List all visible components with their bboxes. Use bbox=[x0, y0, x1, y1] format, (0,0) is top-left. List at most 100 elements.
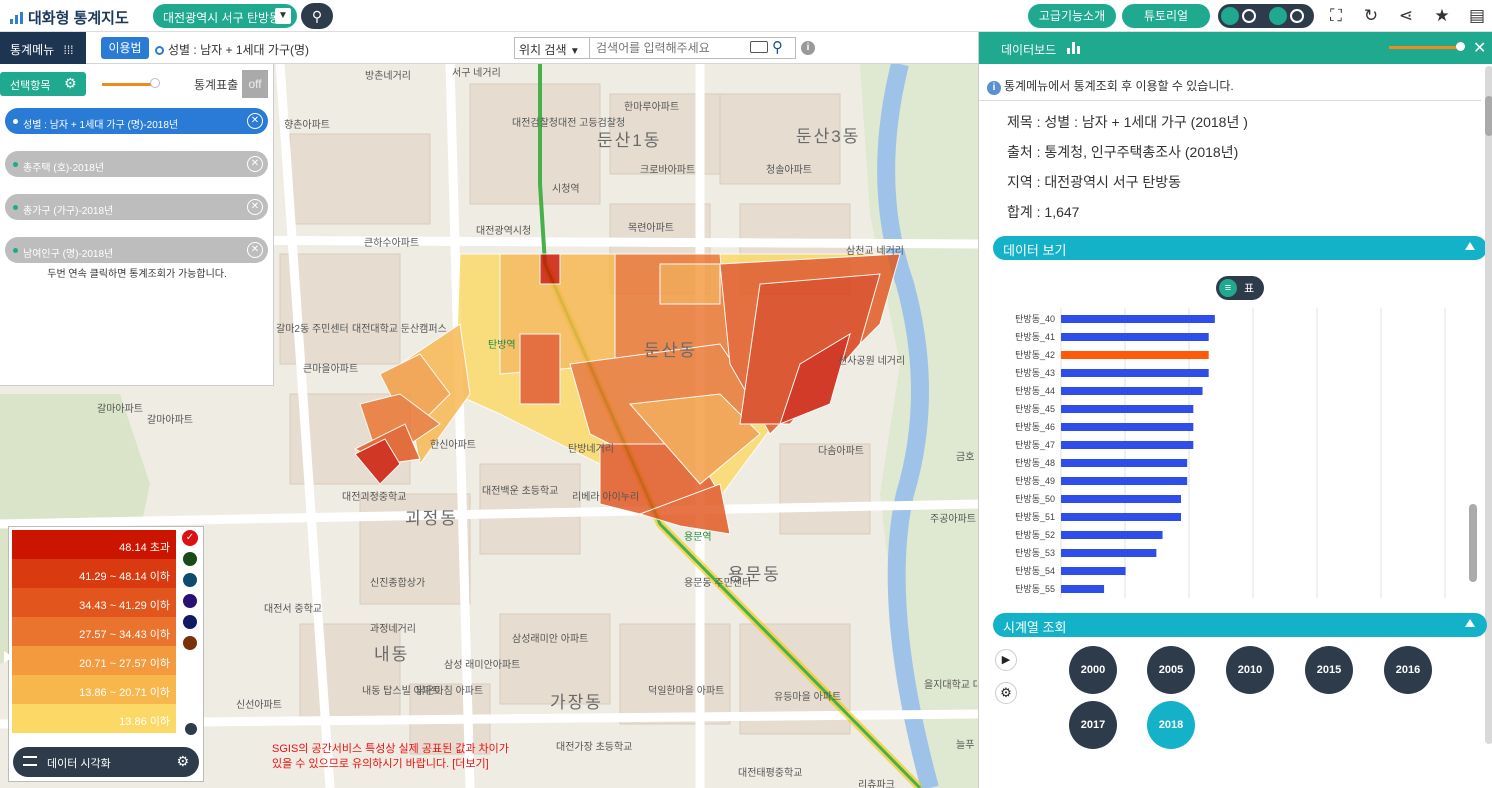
legend-row[interactable]: 34.43 ~ 41.29 이하 bbox=[12, 588, 176, 617]
usage-button[interactable]: 이용법 bbox=[101, 37, 149, 59]
gear-icon[interactable]: ⚙ bbox=[995, 682, 1017, 704]
chart-bar[interactable] bbox=[1061, 387, 1203, 395]
category-label: 탄방동_54 bbox=[1015, 566, 1055, 576]
chart-table-switch[interactable]: ≡ 표 bbox=[1216, 276, 1264, 300]
gear-icon[interactable]: ⚙ bbox=[64, 75, 77, 92]
year-button[interactable]: 2016 bbox=[1384, 646, 1432, 694]
chart-bar[interactable] bbox=[1061, 495, 1181, 503]
legend-row[interactable]: 48.14 초과 bbox=[12, 530, 176, 559]
chart-bar[interactable] bbox=[1061, 567, 1126, 575]
stat-menu-button[interactable]: 통계메뉴 ⁞⁞⁞ bbox=[0, 32, 86, 64]
zoom-search-button[interactable]: ⚲ bbox=[301, 3, 333, 29]
palette-swatch[interactable] bbox=[183, 615, 197, 629]
chart-scrollbar[interactable] bbox=[1469, 504, 1477, 582]
slider-handle[interactable] bbox=[1456, 42, 1465, 51]
stat-item[interactable]: 남여인구 (명)-2018년 ✕ bbox=[5, 237, 268, 263]
chart-bar[interactable] bbox=[1061, 369, 1209, 377]
close-icon[interactable]: ✕ bbox=[247, 242, 263, 258]
refresh-icon[interactable]: ↻ bbox=[1361, 6, 1381, 26]
stat-item[interactable]: 총주택 (호)-2018년 ✕ bbox=[5, 151, 268, 177]
timeseries-section[interactable]: 시계열 조회 bbox=[993, 613, 1487, 637]
stat-display-toggle[interactable]: off bbox=[242, 70, 268, 98]
map-label: 갈마2동 주민센터 bbox=[276, 324, 349, 335]
close-icon[interactable]: ✕ bbox=[247, 199, 263, 215]
palette-swatch[interactable] bbox=[183, 594, 197, 608]
region-selector[interactable]: 대전광역시 서구 탄방동 ▼ bbox=[153, 4, 297, 28]
reset-icon[interactable] bbox=[185, 723, 197, 735]
year-button[interactable]: 2015 bbox=[1305, 646, 1353, 694]
legend-row[interactable]: 27.57 ~ 34.43 이하 bbox=[12, 617, 176, 646]
map-view-toggle[interactable] bbox=[1218, 4, 1314, 28]
chart-bar[interactable] bbox=[1061, 423, 1194, 431]
stat-item-label: 총가구 (가구)-2018년 bbox=[23, 206, 114, 217]
close-icon[interactable]: ✕ bbox=[247, 113, 263, 129]
check-icon[interactable]: ✓ bbox=[182, 530, 198, 546]
category-label: 탄방동_43 bbox=[1015, 368, 1055, 378]
warning-notice[interactable]: SGIS의 공간서비스 특성상 실제 공표된 값과 차이가 있을 수 있으므로 … bbox=[272, 742, 522, 772]
data-view-section[interactable]: 데이터 보기 bbox=[993, 236, 1487, 260]
category-label: 탄방동_52 bbox=[1015, 530, 1055, 540]
chevron-down-icon[interactable]: ▼ bbox=[275, 8, 291, 24]
fullscreen-icon[interactable]: ⛶ bbox=[1326, 6, 1346, 26]
table-label[interactable]: 표 bbox=[1244, 280, 1254, 296]
board-opacity-slider[interactable] bbox=[1389, 46, 1459, 49]
year-button[interactable]: 2017 bbox=[1069, 701, 1117, 749]
chart-bar[interactable] bbox=[1061, 549, 1157, 557]
info-icon[interactable]: i bbox=[801, 41, 815, 55]
chart-bar[interactable] bbox=[1061, 585, 1105, 593]
circle-toggle-icon[interactable] bbox=[1242, 9, 1256, 23]
year-button[interactable]: 2000 bbox=[1069, 646, 1117, 694]
stat-item[interactable]: 성별 : 남자 + 1세대 가구 (명)-2018년 ✕ bbox=[5, 108, 268, 134]
year-button[interactable]: 2010 bbox=[1226, 646, 1274, 694]
advanced-features-button[interactable]: 고급기능소개 bbox=[1028, 4, 1116, 28]
palette-swatch[interactable] bbox=[183, 573, 197, 587]
close-icon[interactable]: ✕ bbox=[1473, 38, 1486, 58]
palette-swatch[interactable] bbox=[183, 552, 197, 566]
year-button-active[interactable]: 2018 bbox=[1147, 701, 1195, 749]
star-icon[interactable]: ★ bbox=[1432, 6, 1452, 26]
legend-row[interactable]: 41.29 ~ 48.14 이하 bbox=[12, 559, 176, 588]
search-icon[interactable]: ⚲ bbox=[772, 38, 783, 56]
chart-bar[interactable] bbox=[1061, 459, 1188, 467]
tutorial-button[interactable]: 튜토리얼 bbox=[1122, 4, 1210, 28]
chart-bar[interactable] bbox=[1061, 351, 1209, 359]
grid-icon: ⁞⁞⁞ bbox=[63, 43, 74, 57]
stat-item[interactable]: 총가구 (가구)-2018년 ✕ bbox=[5, 194, 268, 220]
play-icon[interactable]: ▶ bbox=[995, 649, 1017, 671]
stat-item-label: 총주택 (호)-2018년 bbox=[23, 163, 105, 174]
chart-bar[interactable] bbox=[1061, 531, 1163, 539]
close-icon[interactable]: ✕ bbox=[247, 156, 263, 172]
location-search-select[interactable]: 위치 검색 ▼ bbox=[514, 37, 590, 59]
chevron-up-icon[interactable] bbox=[1465, 619, 1475, 627]
map-label: 탄방역 bbox=[488, 340, 516, 351]
chart-bar[interactable] bbox=[1061, 477, 1188, 485]
map-label: 둔산3동 bbox=[796, 127, 861, 146]
map-label: 대전서 중학교 bbox=[264, 604, 322, 615]
data-visualization-button[interactable]: 데이터 시각화 ⚙ bbox=[13, 747, 199, 777]
grid-view-icon[interactable] bbox=[1221, 7, 1239, 25]
year-button[interactable]: 2005 bbox=[1147, 646, 1195, 694]
legend-row[interactable]: 13.86 이하 bbox=[12, 704, 176, 733]
board-scrollbar[interactable] bbox=[1485, 66, 1492, 744]
chart-bar[interactable] bbox=[1061, 333, 1209, 341]
report-icon[interactable]: ▤ bbox=[1467, 6, 1487, 26]
gear-icon[interactable]: ⚙ bbox=[176, 753, 189, 770]
chart-bar[interactable] bbox=[1061, 513, 1181, 521]
palette-swatch[interactable] bbox=[183, 636, 197, 650]
app-logo[interactable]: 대화형 통계지도 bbox=[10, 7, 129, 28]
share-icon[interactable]: ⋖ bbox=[1396, 6, 1416, 26]
chart-bar[interactable] bbox=[1061, 441, 1194, 449]
legend-row[interactable]: 20.71 ~ 27.57 이하 bbox=[12, 646, 176, 675]
keyboard-icon[interactable] bbox=[750, 41, 768, 53]
cube-view-icon[interactable] bbox=[1269, 7, 1287, 25]
list-icon[interactable]: ≡ bbox=[1219, 279, 1237, 297]
chart-bar[interactable] bbox=[1061, 405, 1194, 413]
legend-row[interactable]: 13.86 ~ 20.71 이하 bbox=[12, 675, 176, 704]
slider-handle[interactable] bbox=[150, 78, 160, 88]
circle-toggle-icon[interactable] bbox=[1290, 9, 1304, 23]
map-label: 대전태평중학교 bbox=[738, 768, 803, 779]
scrollbar-thumb[interactable] bbox=[1485, 96, 1492, 136]
chevron-up-icon[interactable] bbox=[1465, 242, 1475, 250]
stat-item-label: 성별 : 남자 + 1세대 가구 (명)-2018년 bbox=[23, 120, 179, 131]
chart-bar[interactable] bbox=[1061, 315, 1215, 323]
